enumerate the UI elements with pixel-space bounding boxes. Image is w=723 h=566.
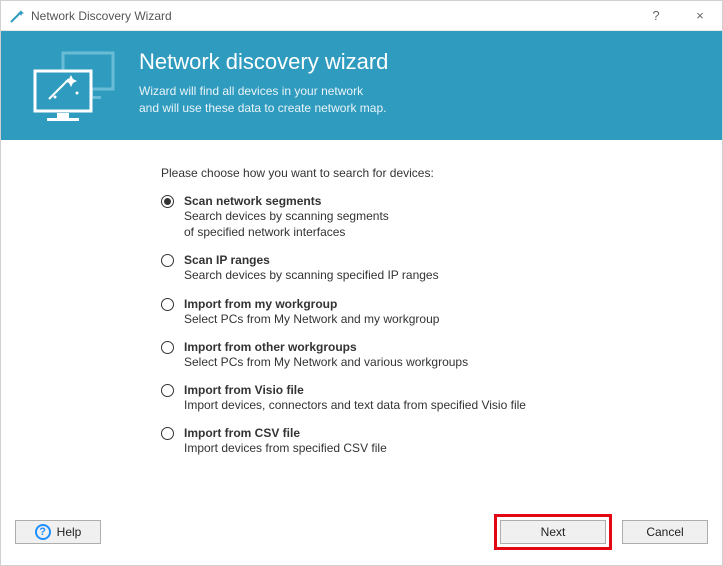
option-desc: Import devices, connectors and text data… <box>184 397 526 413</box>
help-icon: ? <box>35 524 51 540</box>
radio-icon[interactable] <box>161 254 174 267</box>
cancel-button[interactable]: Cancel <box>622 520 708 544</box>
option-title: Import from Visio file <box>184 383 526 397</box>
option-body: Import from CSV fileImport devices from … <box>184 426 387 456</box>
footer: ? Help Next Cancel <box>1 513 722 565</box>
option-title: Import from my workgroup <box>184 297 439 311</box>
prompt-text: Please choose how you want to search for… <box>161 166 702 180</box>
help-button[interactable]: ? Help <box>15 520 101 544</box>
window-title: Network Discovery Wizard <box>31 9 634 23</box>
option-body: Scan network segmentsSearch devices by s… <box>184 194 389 240</box>
next-button-label: Next <box>541 525 566 539</box>
banner: Network discovery wizard Wizard will fin… <box>1 31 722 140</box>
option-scan-ip-ranges[interactable]: Scan IP rangesSearch devices by scanning… <box>161 253 702 283</box>
banner-sub1: Wizard will find all devices in your net… <box>139 83 388 100</box>
options-list: Scan network segmentsSearch devices by s… <box>161 194 702 456</box>
option-desc: Import devices from specified CSV file <box>184 440 387 456</box>
option-import-from-other-workgroups[interactable]: Import from other workgroupsSelect PCs f… <box>161 340 702 370</box>
option-desc: Select PCs from My Network and various w… <box>184 354 468 370</box>
banner-text: Network discovery wizard Wizard will fin… <box>139 49 388 117</box>
option-import-from-csv-file[interactable]: Import from CSV fileImport devices from … <box>161 426 702 456</box>
radio-icon[interactable] <box>161 195 174 208</box>
radio-icon[interactable] <box>161 298 174 311</box>
next-button[interactable]: Next <box>500 520 606 544</box>
titlebar: Network Discovery Wizard ? × <box>1 1 722 31</box>
option-body: Import from my workgroupSelect PCs from … <box>184 297 439 327</box>
help-button-label: Help <box>57 525 82 539</box>
banner-sub2: and will use these data to create networ… <box>139 100 388 117</box>
banner-heading: Network discovery wizard <box>139 49 388 75</box>
option-import-from-my-workgroup[interactable]: Import from my workgroupSelect PCs from … <box>161 297 702 327</box>
content-area: Please choose how you want to search for… <box>1 140 722 513</box>
option-title: Import from other workgroups <box>184 340 468 354</box>
radio-icon[interactable] <box>161 384 174 397</box>
radio-icon[interactable] <box>161 427 174 440</box>
next-button-highlight: Next <box>494 514 612 550</box>
close-button[interactable]: × <box>678 1 722 31</box>
option-desc: Search devices by scanning segmentsof sp… <box>184 208 389 240</box>
app-wizard-icon <box>9 8 25 24</box>
option-title: Scan network segments <box>184 194 389 208</box>
help-titlebar-button[interactable]: ? <box>634 1 678 31</box>
option-import-from-visio-file[interactable]: Import from Visio fileImport devices, co… <box>161 383 702 413</box>
option-body: Import from Visio fileImport devices, co… <box>184 383 526 413</box>
wizard-monitors-icon <box>25 49 125 129</box>
option-body: Scan IP rangesSearch devices by scanning… <box>184 253 439 283</box>
option-title: Scan IP ranges <box>184 253 439 267</box>
cancel-button-label: Cancel <box>646 525 683 539</box>
option-body: Import from other workgroupsSelect PCs f… <box>184 340 468 370</box>
option-desc: Search devices by scanning specified IP … <box>184 267 439 283</box>
option-title: Import from CSV file <box>184 426 387 440</box>
titlebar-controls: ? × <box>634 1 722 31</box>
option-desc: Select PCs from My Network and my workgr… <box>184 311 439 327</box>
radio-icon[interactable] <box>161 341 174 354</box>
option-scan-network-segments[interactable]: Scan network segmentsSearch devices by s… <box>161 194 702 240</box>
